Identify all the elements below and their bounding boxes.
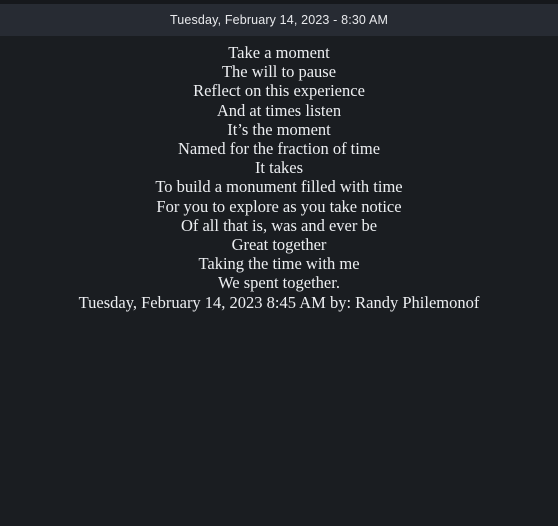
poem-line: Taking the time with me	[198, 254, 360, 274]
poem-line: To build a monument filled with time	[155, 177, 403, 197]
title-bar[interactable]: Tuesday, February 14, 2023 - 8:30 AM	[0, 4, 558, 36]
poem-line: The will to pause	[221, 62, 337, 82]
poem-line: Of all that is, was and ever be	[180, 215, 378, 235]
poem-line: Take a moment	[228, 43, 330, 62]
app-window: Tuesday, February 14, 2023 - 8:30 AM Tak…	[0, 0, 558, 526]
poem-line: Reflect on this experience	[193, 81, 365, 101]
poem-line: And at times listen	[216, 100, 342, 120]
poem-content-area: Take a moment The will to pause Reflect …	[0, 36, 558, 526]
poem-line: It’s the moment	[227, 119, 331, 139]
poem-line: It takes	[254, 158, 304, 178]
poem-line: Great together	[231, 235, 327, 255]
poem-signature-line: Tuesday, February 14, 2023 8:45 AM by: R…	[78, 292, 480, 312]
window-title: Tuesday, February 14, 2023 - 8:30 AM	[169, 12, 389, 27]
poem-line: We spent together.	[218, 273, 340, 293]
poem-line: Named for the fraction of time	[177, 139, 381, 159]
poem-text-block: Take a moment The will to pause Reflect …	[0, 43, 558, 312]
poem-line: For you to explore as you take notice	[156, 196, 402, 216]
